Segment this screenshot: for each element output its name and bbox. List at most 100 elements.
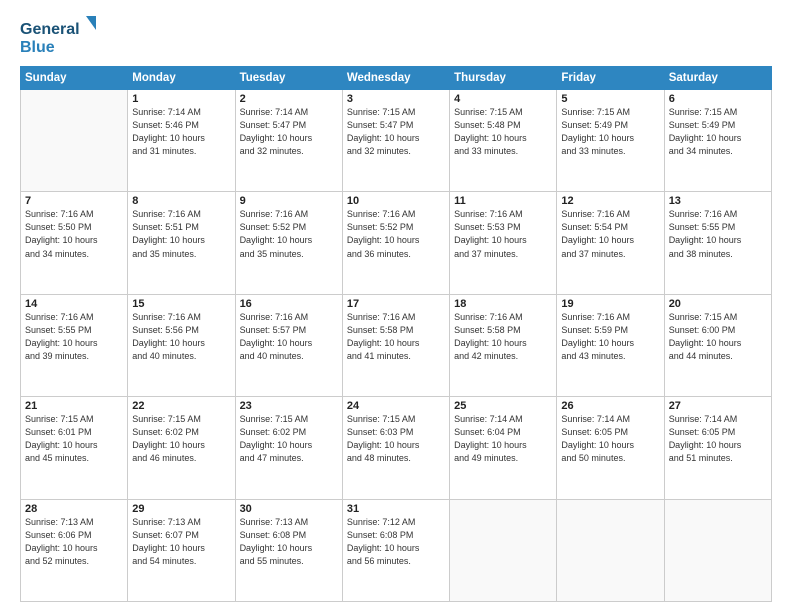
calendar-cell: 21Sunrise: 7:15 AM Sunset: 6:01 PM Dayli… xyxy=(21,397,128,499)
logo: GeneralBlue xyxy=(20,16,100,58)
day-info: Sunrise: 7:15 AM Sunset: 6:03 PM Dayligh… xyxy=(347,413,445,465)
day-number: 19 xyxy=(561,298,659,310)
day-number: 15 xyxy=(132,298,230,310)
calendar-cell: 23Sunrise: 7:15 AM Sunset: 6:02 PM Dayli… xyxy=(235,397,342,499)
day-info: Sunrise: 7:16 AM Sunset: 5:51 PM Dayligh… xyxy=(132,208,230,260)
col-header-wednesday: Wednesday xyxy=(342,67,449,90)
day-info: Sunrise: 7:15 AM Sunset: 6:00 PM Dayligh… xyxy=(669,311,767,363)
calendar-cell: 30Sunrise: 7:13 AM Sunset: 6:08 PM Dayli… xyxy=(235,499,342,601)
day-info: Sunrise: 7:14 AM Sunset: 5:47 PM Dayligh… xyxy=(240,106,338,158)
day-info: Sunrise: 7:16 AM Sunset: 5:57 PM Dayligh… xyxy=(240,311,338,363)
day-number: 8 xyxy=(132,195,230,207)
calendar-week-5: 28Sunrise: 7:13 AM Sunset: 6:06 PM Dayli… xyxy=(21,499,772,601)
day-number: 5 xyxy=(561,93,659,105)
day-info: Sunrise: 7:14 AM Sunset: 6:05 PM Dayligh… xyxy=(669,413,767,465)
calendar-cell: 4Sunrise: 7:15 AM Sunset: 5:48 PM Daylig… xyxy=(450,90,557,192)
calendar-cell: 13Sunrise: 7:16 AM Sunset: 5:55 PM Dayli… xyxy=(664,192,771,294)
day-info: Sunrise: 7:16 AM Sunset: 5:52 PM Dayligh… xyxy=(347,208,445,260)
calendar-cell xyxy=(557,499,664,601)
calendar-cell: 31Sunrise: 7:12 AM Sunset: 6:08 PM Dayli… xyxy=(342,499,449,601)
day-info: Sunrise: 7:13 AM Sunset: 6:06 PM Dayligh… xyxy=(25,516,123,568)
day-info: Sunrise: 7:16 AM Sunset: 5:59 PM Dayligh… xyxy=(561,311,659,363)
col-header-saturday: Saturday xyxy=(664,67,771,90)
day-number: 26 xyxy=(561,400,659,412)
calendar-cell: 18Sunrise: 7:16 AM Sunset: 5:58 PM Dayli… xyxy=(450,294,557,396)
day-info: Sunrise: 7:16 AM Sunset: 5:58 PM Dayligh… xyxy=(454,311,552,363)
day-info: Sunrise: 7:15 AM Sunset: 5:49 PM Dayligh… xyxy=(561,106,659,158)
col-header-friday: Friday xyxy=(557,67,664,90)
day-number: 3 xyxy=(347,93,445,105)
day-info: Sunrise: 7:16 AM Sunset: 5:55 PM Dayligh… xyxy=(25,311,123,363)
calendar-cell: 26Sunrise: 7:14 AM Sunset: 6:05 PM Dayli… xyxy=(557,397,664,499)
day-number: 23 xyxy=(240,400,338,412)
calendar-header: GeneralBlue xyxy=(20,16,772,58)
day-info: Sunrise: 7:14 AM Sunset: 5:46 PM Dayligh… xyxy=(132,106,230,158)
day-number: 12 xyxy=(561,195,659,207)
calendar-cell: 14Sunrise: 7:16 AM Sunset: 5:55 PM Dayli… xyxy=(21,294,128,396)
day-info: Sunrise: 7:16 AM Sunset: 5:53 PM Dayligh… xyxy=(454,208,552,260)
day-info: Sunrise: 7:15 AM Sunset: 5:47 PM Dayligh… xyxy=(347,106,445,158)
logo-svg: GeneralBlue xyxy=(20,16,100,58)
col-header-monday: Monday xyxy=(128,67,235,90)
day-number: 25 xyxy=(454,400,552,412)
day-info: Sunrise: 7:15 AM Sunset: 6:02 PM Dayligh… xyxy=(132,413,230,465)
calendar-cell: 11Sunrise: 7:16 AM Sunset: 5:53 PM Dayli… xyxy=(450,192,557,294)
day-info: Sunrise: 7:16 AM Sunset: 5:58 PM Dayligh… xyxy=(347,311,445,363)
col-header-tuesday: Tuesday xyxy=(235,67,342,90)
col-header-thursday: Thursday xyxy=(450,67,557,90)
day-info: Sunrise: 7:13 AM Sunset: 6:07 PM Dayligh… xyxy=(132,516,230,568)
day-info: Sunrise: 7:14 AM Sunset: 6:05 PM Dayligh… xyxy=(561,413,659,465)
day-number: 10 xyxy=(347,195,445,207)
day-number: 31 xyxy=(347,503,445,515)
calendar-cell: 19Sunrise: 7:16 AM Sunset: 5:59 PM Dayli… xyxy=(557,294,664,396)
calendar-cell: 5Sunrise: 7:15 AM Sunset: 5:49 PM Daylig… xyxy=(557,90,664,192)
calendar-cell: 2Sunrise: 7:14 AM Sunset: 5:47 PM Daylig… xyxy=(235,90,342,192)
day-number: 30 xyxy=(240,503,338,515)
day-info: Sunrise: 7:15 AM Sunset: 5:49 PM Dayligh… xyxy=(669,106,767,158)
calendar-cell: 17Sunrise: 7:16 AM Sunset: 5:58 PM Dayli… xyxy=(342,294,449,396)
day-number: 17 xyxy=(347,298,445,310)
col-header-sunday: Sunday xyxy=(21,67,128,90)
day-number: 28 xyxy=(25,503,123,515)
day-number: 18 xyxy=(454,298,552,310)
svg-text:Blue: Blue xyxy=(20,39,55,56)
calendar-cell: 7Sunrise: 7:16 AM Sunset: 5:50 PM Daylig… xyxy=(21,192,128,294)
calendar-cell: 10Sunrise: 7:16 AM Sunset: 5:52 PM Dayli… xyxy=(342,192,449,294)
day-info: Sunrise: 7:16 AM Sunset: 5:52 PM Dayligh… xyxy=(240,208,338,260)
svg-text:General: General xyxy=(20,21,80,38)
calendar-header-row: SundayMondayTuesdayWednesdayThursdayFrid… xyxy=(21,67,772,90)
day-info: Sunrise: 7:16 AM Sunset: 5:56 PM Dayligh… xyxy=(132,311,230,363)
day-info: Sunrise: 7:15 AM Sunset: 6:01 PM Dayligh… xyxy=(25,413,123,465)
day-number: 2 xyxy=(240,93,338,105)
calendar-cell: 24Sunrise: 7:15 AM Sunset: 6:03 PM Dayli… xyxy=(342,397,449,499)
day-info: Sunrise: 7:15 AM Sunset: 5:48 PM Dayligh… xyxy=(454,106,552,158)
calendar-cell: 25Sunrise: 7:14 AM Sunset: 6:04 PM Dayli… xyxy=(450,397,557,499)
day-number: 9 xyxy=(240,195,338,207)
calendar-cell: 3Sunrise: 7:15 AM Sunset: 5:47 PM Daylig… xyxy=(342,90,449,192)
calendar-table: SundayMondayTuesdayWednesdayThursdayFrid… xyxy=(20,66,772,602)
day-number: 29 xyxy=(132,503,230,515)
day-number: 21 xyxy=(25,400,123,412)
day-info: Sunrise: 7:12 AM Sunset: 6:08 PM Dayligh… xyxy=(347,516,445,568)
calendar-cell: 9Sunrise: 7:16 AM Sunset: 5:52 PM Daylig… xyxy=(235,192,342,294)
day-number: 1 xyxy=(132,93,230,105)
calendar-week-2: 7Sunrise: 7:16 AM Sunset: 5:50 PM Daylig… xyxy=(21,192,772,294)
day-info: Sunrise: 7:14 AM Sunset: 6:04 PM Dayligh… xyxy=(454,413,552,465)
day-number: 7 xyxy=(25,195,123,207)
day-number: 6 xyxy=(669,93,767,105)
day-number: 22 xyxy=(132,400,230,412)
calendar-cell: 20Sunrise: 7:15 AM Sunset: 6:00 PM Dayli… xyxy=(664,294,771,396)
day-info: Sunrise: 7:16 AM Sunset: 5:54 PM Dayligh… xyxy=(561,208,659,260)
calendar-cell: 27Sunrise: 7:14 AM Sunset: 6:05 PM Dayli… xyxy=(664,397,771,499)
day-number: 27 xyxy=(669,400,767,412)
day-info: Sunrise: 7:16 AM Sunset: 5:55 PM Dayligh… xyxy=(669,208,767,260)
calendar-cell xyxy=(21,90,128,192)
day-number: 24 xyxy=(347,400,445,412)
day-number: 13 xyxy=(669,195,767,207)
calendar-cell xyxy=(450,499,557,601)
day-number: 20 xyxy=(669,298,767,310)
calendar-cell: 6Sunrise: 7:15 AM Sunset: 5:49 PM Daylig… xyxy=(664,90,771,192)
calendar-cell: 15Sunrise: 7:16 AM Sunset: 5:56 PM Dayli… xyxy=(128,294,235,396)
day-number: 16 xyxy=(240,298,338,310)
calendar-week-4: 21Sunrise: 7:15 AM Sunset: 6:01 PM Dayli… xyxy=(21,397,772,499)
